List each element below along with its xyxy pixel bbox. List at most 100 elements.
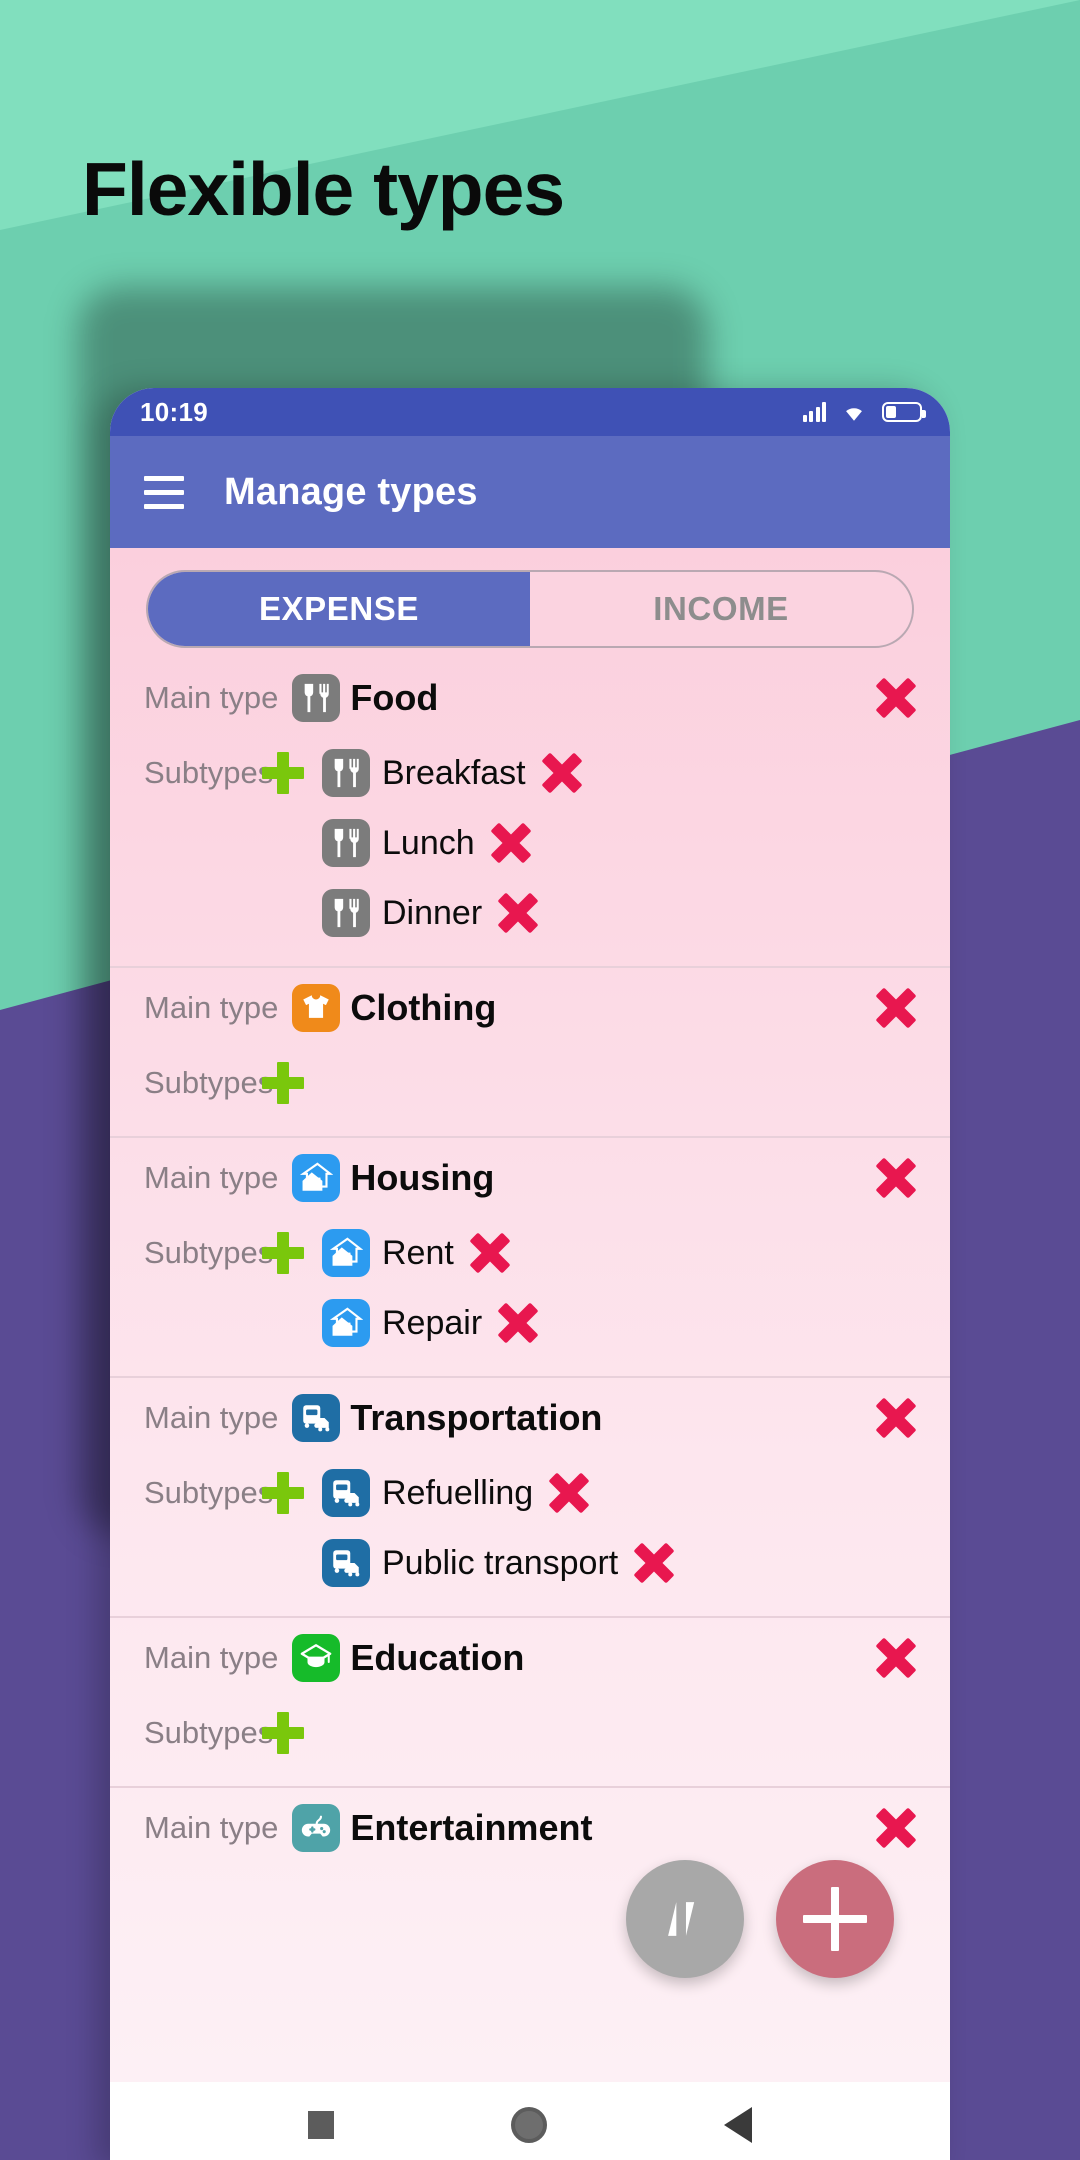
subtype-row: Dinner xyxy=(144,878,916,948)
phone-frame: 10:19 Manage types EXPENSE INCOME Main t… xyxy=(110,388,950,2160)
subtype-name: Refuelling xyxy=(382,1473,534,1512)
delete-subtype-button[interactable] xyxy=(491,823,531,863)
add-subtype-button[interactable] xyxy=(262,1232,304,1274)
subtype-name: Breakfast xyxy=(382,753,526,792)
bus-car-icon xyxy=(322,1469,370,1517)
bus-car-icon xyxy=(292,1394,341,1442)
subtypes-label: Subtypes xyxy=(144,1715,274,1750)
triangle-back-icon[interactable] xyxy=(723,2107,752,2143)
main-type-label: Main type xyxy=(144,1400,279,1435)
main-type-name: Entertainment xyxy=(350,1807,593,1848)
subtypes-label: Subtypes xyxy=(144,1065,274,1100)
wifi-icon xyxy=(846,408,862,421)
main-type-name: Clothing xyxy=(350,987,497,1028)
delete-subtype-button[interactable] xyxy=(498,893,538,933)
gamepad-icon xyxy=(292,1804,341,1852)
battery-icon xyxy=(882,402,926,422)
delete-main-type-button[interactable] xyxy=(876,1638,916,1678)
type-group-housing: Main type Housing Subtypes Rent Repair xyxy=(110,1136,950,1376)
type-group-education: Main type Education Subtypes xyxy=(110,1616,950,1786)
delete-subtype-button[interactable] xyxy=(549,1473,589,1513)
subtype-name: Dinner xyxy=(382,893,483,932)
type-group-entertainment: Main type Entertainment xyxy=(110,1786,950,1868)
add-subtype-button[interactable] xyxy=(262,752,304,794)
main-type-row: Main type Entertainment xyxy=(144,1788,916,1868)
type-group-food: Main type Food Subtypes Breakfast Lunch … xyxy=(110,658,950,966)
status-bar: 10:19 xyxy=(110,388,950,436)
subtype-row: Subtypes Refuelling xyxy=(144,1458,916,1528)
bus-car-icon xyxy=(322,1539,370,1587)
main-type-label: Main type xyxy=(144,1810,279,1845)
sort-fab-button[interactable] xyxy=(626,1860,744,1978)
cutlery-icon xyxy=(322,889,370,937)
delete-main-type-button[interactable] xyxy=(876,1158,916,1198)
main-type-label: Main type xyxy=(144,1640,279,1675)
subtype-row: Lunch xyxy=(144,808,916,878)
delete-main-type-button[interactable] xyxy=(876,678,916,718)
add-type-fab-button[interactable] xyxy=(776,1860,894,1978)
subtype-name: Lunch xyxy=(382,823,475,862)
graduation-cap-icon xyxy=(292,1634,341,1682)
subtype-row: Subtypes xyxy=(144,1048,916,1118)
add-subtype-button[interactable] xyxy=(262,1472,304,1514)
subtypes-label: Subtypes xyxy=(144,755,274,790)
promo-headline: Flexible types xyxy=(82,147,565,231)
subtype-name: Repair xyxy=(382,1303,483,1342)
main-type-name: Transportation xyxy=(350,1397,603,1438)
main-type-label: Main type xyxy=(144,990,279,1025)
main-type-row: Main type Clothing xyxy=(144,968,916,1048)
subtype-row: Subtypes xyxy=(144,1698,916,1768)
subtype-row: Repair xyxy=(144,1288,916,1358)
android-nav-bar xyxy=(110,2082,950,2160)
delete-subtype-button[interactable] xyxy=(498,1303,538,1343)
sort-updown-icon xyxy=(668,1902,695,1936)
main-type-name: Housing xyxy=(350,1157,495,1198)
tab-income[interactable]: INCOME xyxy=(530,572,912,646)
type-list: Main type Food Subtypes Breakfast Lunch … xyxy=(110,658,950,1868)
page-title: Manage types xyxy=(224,470,478,513)
cutlery-icon xyxy=(322,749,370,797)
hamburger-menu-icon[interactable] xyxy=(144,475,184,509)
subtype-name: Rent xyxy=(382,1233,454,1272)
main-type-row: Main type Transportation xyxy=(144,1378,916,1458)
promo-canvas: Flexible types 10:19 Manage types EXPENS… xyxy=(0,0,1080,2160)
subtype-name: Public transport xyxy=(382,1543,619,1582)
main-type-row: Main type Housing xyxy=(144,1138,916,1218)
app-bar: Manage types xyxy=(110,436,950,548)
type-group-transportation: Main type Transportation Subtypes Refuel… xyxy=(110,1376,950,1616)
status-icons xyxy=(802,401,926,423)
circle-home-icon[interactable] xyxy=(510,2107,547,2143)
house-icon xyxy=(322,1299,370,1347)
plus-icon xyxy=(803,1887,867,1951)
status-time: 10:19 xyxy=(140,396,208,427)
square-recents-icon[interactable] xyxy=(308,2111,335,2139)
house-icon xyxy=(322,1229,370,1277)
subtype-row: Public transport xyxy=(144,1528,916,1598)
tab-expense[interactable]: EXPENSE xyxy=(148,572,530,646)
delete-main-type-button[interactable] xyxy=(876,988,916,1028)
main-type-row: Main type Education xyxy=(144,1618,916,1698)
main-type-name: Food xyxy=(350,677,439,718)
type-group-clothing: Main type Clothing Subtypes xyxy=(110,966,950,1136)
main-type-name: Education xyxy=(350,1637,525,1678)
house-icon xyxy=(292,1154,341,1202)
delete-subtype-button[interactable] xyxy=(634,1543,674,1583)
type-tab-bar: EXPENSE INCOME xyxy=(146,570,914,648)
cutlery-icon xyxy=(322,819,370,867)
subtype-row: Subtypes Breakfast xyxy=(144,738,916,808)
add-subtype-button[interactable] xyxy=(262,1062,304,1104)
subtype-row: Subtypes Rent xyxy=(144,1218,916,1288)
delete-main-type-button[interactable] xyxy=(876,1398,916,1438)
main-type-label: Main type xyxy=(144,1160,279,1195)
content-area: EXPENSE INCOME Main type Food Subtypes B… xyxy=(110,548,950,2082)
main-type-row: Main type Food xyxy=(144,658,916,738)
add-subtype-button[interactable] xyxy=(262,1712,304,1754)
cutlery-icon xyxy=(292,674,341,722)
signal-bars-icon xyxy=(802,402,826,422)
delete-subtype-button[interactable] xyxy=(470,1233,510,1273)
tshirt-icon xyxy=(292,984,341,1032)
delete-main-type-button[interactable] xyxy=(876,1808,916,1848)
main-type-label: Main type xyxy=(144,680,279,715)
delete-subtype-button[interactable] xyxy=(542,753,582,793)
subtypes-label: Subtypes xyxy=(144,1235,274,1270)
